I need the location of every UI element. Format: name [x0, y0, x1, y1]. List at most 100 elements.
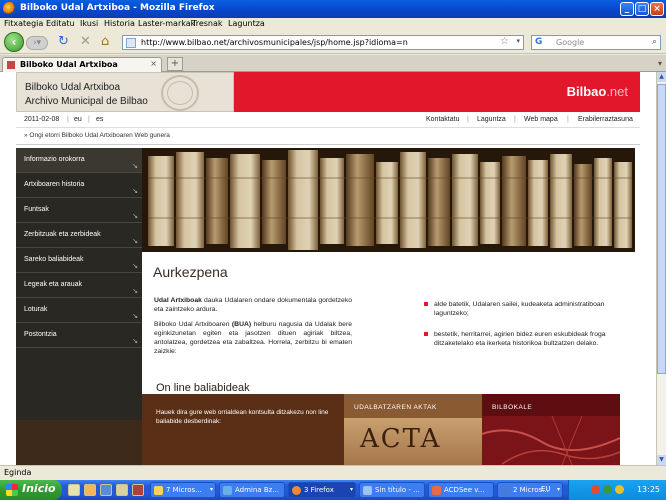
taskbar-item[interactable]: 7 Micros... ▾ [150, 482, 216, 498]
new-tab-button[interactable]: + [167, 57, 183, 71]
acta-document-image: ACTA [344, 418, 482, 465]
taskbar-item[interactable]: Sin título - ... [359, 482, 425, 498]
quicklaunch-icon[interactable] [132, 484, 144, 496]
site-header: Bilboko Udal Artxiboa Archivo Municipal … [16, 72, 640, 112]
taskbar-item[interactable]: ACDSee v... [428, 482, 494, 498]
tab-list-icon[interactable]: ▾ [658, 59, 662, 68]
address-bar[interactable]: http://www.bilbao.net/archivosmunicipale… [122, 35, 524, 50]
menu-laster-markak[interactable]: Laster-markak [138, 19, 195, 28]
menu-historia[interactable]: Historia [104, 19, 135, 28]
tab-bilboko[interactable]: Bilboko Udal Artxiboa × [2, 57, 162, 72]
quicklaunch-icon[interactable] [100, 484, 112, 496]
app-icon [432, 486, 441, 495]
bookshelf-image [142, 148, 635, 252]
minimize-button[interactable]: _ [620, 2, 634, 16]
sidebar-item-postontzia[interactable]: Postontzia ↘ [16, 323, 142, 348]
lang-es-link[interactable]: es [96, 116, 103, 123]
taskbar-item-label: 7 Micros... [166, 486, 202, 494]
tab-bar: Bilboko Udal Artxiboa × + ▾ [0, 55, 666, 72]
quicklaunch-icon[interactable] [116, 484, 128, 496]
archive-title-es: Archivo Municipal de Bilbao [25, 96, 148, 107]
link-kontaktatu[interactable]: Kontaktatu [426, 116, 459, 123]
search-box[interactable]: G Google ⌕ [531, 35, 661, 50]
taskbar-item[interactable]: 2 Micros... ▾ [497, 482, 563, 498]
search-placeholder[interactable]: Google [556, 38, 584, 47]
page-title: Aurkezpena [153, 264, 228, 280]
lang-eu-link[interactable]: eu [74, 116, 82, 123]
acta-text: ACTA [360, 424, 442, 454]
sidebar-item-loturak[interactable]: Loturak ↘ [16, 298, 142, 323]
menu-fitxategia[interactable]: Fitxategia [4, 19, 43, 28]
tray-icon[interactable] [615, 485, 624, 494]
window-titlebar: Bilboko Udal Artxiboa - Mozilla Firefox … [0, 0, 666, 18]
link-web-mapa[interactable]: Web mapa [524, 116, 558, 123]
sidebar-item-legeak[interactable]: Legeak eta arauak ↘ [16, 273, 142, 298]
sidebar-nav: Informazio orokorra ↘ Artxiboaren histori… [16, 148, 142, 465]
start-label: Inicio [22, 482, 56, 495]
menu-editatu[interactable]: Editatu [46, 19, 75, 28]
menu-laguntza[interactable]: Laguntza [228, 19, 265, 28]
windows-taskbar: Inicio 7 Micros... ▾ Admina Bz... 3 Firef… [0, 480, 666, 500]
windows-logo-icon [6, 484, 18, 496]
sidebar-footer [16, 420, 142, 465]
reload-icon[interactable]: ↻ [58, 35, 69, 49]
para1-bold: Udal Artxiboak [154, 297, 202, 304]
start-button[interactable]: Inicio [0, 480, 62, 500]
link-erabilerraztasuna[interactable]: Erabilerraztasuna [578, 116, 633, 123]
language-indicator[interactable]: EU [541, 485, 551, 493]
separator: | [467, 116, 469, 123]
menu-ikusi[interactable]: Ikusi [80, 19, 98, 28]
bookmark-star-icon[interactable]: ☆ [500, 36, 509, 47]
quicklaunch-icon[interactable] [68, 484, 80, 496]
search-icon[interactable]: ⌕ [652, 37, 657, 47]
maximize-button[interactable]: □ [635, 2, 649, 16]
taskbar-item[interactable]: Admina Bz... [219, 482, 285, 498]
quicklaunch-icon[interactable] [84, 484, 96, 496]
tray-icon[interactable] [591, 485, 600, 494]
dropdown-arrow-icon: ▾ [209, 486, 213, 493]
sidebar-item-funtsak[interactable]: Funtsak ↘ [16, 198, 142, 223]
link-laguntza[interactable]: Laguntza [477, 116, 506, 123]
udalbatzaren-aktak-panel[interactable]: UDALBATZAREN AKTAK ACTA [344, 394, 482, 465]
close-button[interactable]: × [650, 2, 664, 16]
tray-icon[interactable] [603, 485, 612, 494]
taskbar-item-label: 3 Firefox [304, 486, 334, 494]
sidebar-item-sareko-baliabideak[interactable]: Sareko baliabideak ↘ [16, 248, 142, 273]
menu-bar: Fitxategia Editatu Ikusi Historia Laster… [0, 18, 666, 30]
bilbao-net-logo[interactable]: Bilbao.net [567, 84, 628, 99]
arrow-icon: ↘ [132, 162, 138, 170]
tab-close-icon[interactable]: × [150, 59, 157, 68]
bilbokale-panel[interactable]: BILBOKALE [482, 394, 620, 465]
status-text: Egindа [4, 468, 32, 477]
arrow-icon: ↘ [132, 237, 138, 245]
url-dropdown-icon[interactable]: ▾ [516, 37, 520, 45]
taskbar-item[interactable]: 3 Firefox ▾ [288, 482, 356, 498]
sidebar-item-label: Informazio orokorra [24, 156, 85, 163]
sidebar-item-artxiboaren-historia[interactable]: Artxiboaren historia ↘ [16, 173, 142, 198]
arrow-icon: ↘ [132, 287, 138, 295]
scroll-thumb[interactable] [657, 84, 666, 374]
vertical-scrollbar[interactable]: ▲ ▼ [656, 72, 666, 465]
back-button[interactable]: ‹ [4, 32, 24, 52]
list-item-text: alde batetik, Udalaren sailei, kudeaketa… [434, 301, 605, 317]
separator: | [514, 116, 516, 123]
firefox-icon [3, 2, 16, 15]
bullet-icon [424, 302, 428, 306]
panel-caption: UDALBATZAREN AKTAK [354, 404, 437, 411]
menu-tresnak[interactable]: Tresnak [192, 19, 223, 28]
logo-suffix: .net [606, 84, 628, 99]
scroll-down-icon[interactable]: ▼ [657, 455, 666, 465]
sidebar-item-label: Loturak [24, 306, 48, 313]
arrow-icon: ↘ [132, 312, 138, 320]
taskbar-item-label: Sin título - ... [375, 486, 420, 494]
dropdown-arrow-icon: ▾ [556, 486, 560, 493]
scroll-up-icon[interactable]: ▲ [657, 72, 666, 82]
old-map-image [482, 415, 620, 465]
stop-icon[interactable]: ✕ [80, 35, 91, 49]
sidebar-item-zerbitzuak[interactable]: Zerbitzuak eta zerbideak ↘ [16, 223, 142, 248]
google-icon[interactable]: G [535, 37, 542, 47]
forward-button[interactable]: ›▾ [26, 36, 48, 50]
home-icon[interactable]: ⌂ [101, 35, 109, 49]
url-text[interactable]: http://www.bilbao.net/archivosmunicipale… [141, 38, 408, 47]
sidebar-item-informazio-orokorra[interactable]: Informazio orokorra ↘ [16, 148, 142, 173]
